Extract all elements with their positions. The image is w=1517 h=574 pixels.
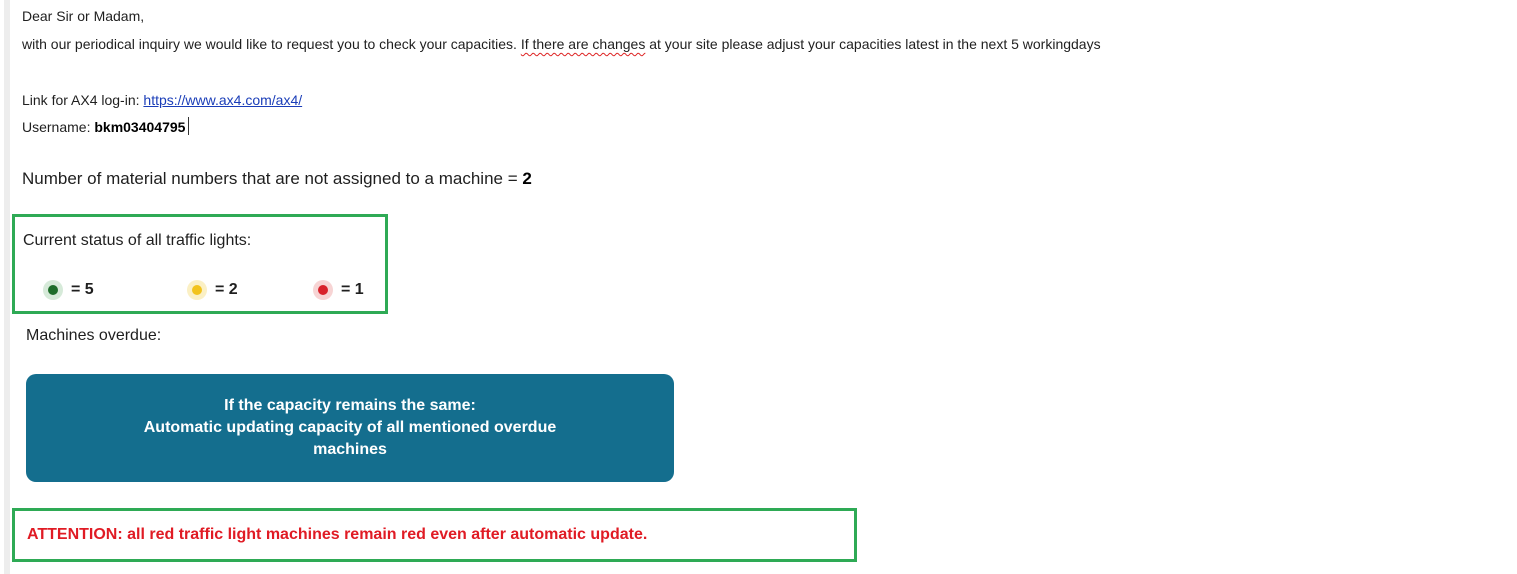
- green-light-count: = 5: [71, 281, 94, 298]
- green-light-icon: [43, 280, 63, 300]
- text-cursor: [188, 117, 190, 135]
- ax4-login-link[interactable]: https://www.ax4.com/ax4/: [143, 92, 302, 108]
- left-margin-bar: [4, 0, 10, 574]
- login-link-line: Link for AX4 log-in: https://www.ax4.com…: [22, 90, 302, 110]
- username-label: Username:: [22, 119, 95, 135]
- yellow-light-count: = 2: [215, 281, 238, 298]
- attention-warning: ATTENTION: all red traffic light machine…: [27, 526, 648, 543]
- attention-box: ATTENTION: all red traffic light machine…: [12, 508, 857, 562]
- traffic-light-status-title: Current status of all traffic lights:: [23, 232, 252, 249]
- traffic-light-status-box: Current status of all traffic lights: = …: [12, 214, 388, 314]
- capacity-button-line-1: If the capacity remains the same:: [224, 397, 476, 414]
- greeting: Dear Sir or Madam,: [22, 8, 145, 24]
- yellow-light-icon: [187, 280, 207, 300]
- spellcheck-flagged-text[interactable]: If there are changes: [521, 36, 646, 52]
- red-light-count: = 1: [341, 281, 364, 298]
- machines-overdue-title: Machines overdue:: [26, 327, 162, 344]
- capacity-remains-same-button[interactable]: If the capacity remains the same: Automa…: [26, 374, 674, 482]
- unassigned-materials-line: Number of material numbers that are not …: [22, 169, 532, 189]
- red-light-icon: [313, 280, 333, 300]
- login-link-label: Link for AX4 log-in:: [22, 92, 144, 108]
- capacity-button-line-3: machines: [313, 441, 387, 458]
- inquiry-part-2: at your site please adjust your capaciti…: [645, 36, 1101, 52]
- email-body: Dear Sir or Madam, with our periodical i…: [0, 0, 1517, 574]
- inquiry-part-1: with our periodical inquiry we would lik…: [22, 36, 521, 52]
- capacity-button-line-2: Automatic updating capacity of all menti…: [143, 419, 557, 436]
- unassigned-count: 2: [522, 169, 532, 188]
- username-value: bkm03404795: [94, 119, 186, 135]
- inquiry-text: with our periodical inquiry we would lik…: [22, 34, 1101, 54]
- unassigned-label: Number of material numbers that are not …: [22, 169, 523, 188]
- username-line: Username: bkm03404795: [22, 117, 190, 137]
